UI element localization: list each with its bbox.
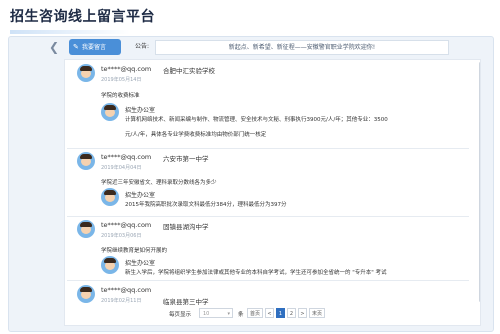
leave-message-label: 我要留言: [82, 44, 107, 51]
question-text: 学院近三年安徽省文、理科录取分数线各为多少: [101, 180, 217, 186]
user-avatar: [77, 285, 95, 303]
reply-text-line: 元/人/年，具体各专业学费收费标准均由物价部门统一核定: [125, 132, 267, 138]
last-page-button[interactable]: 末页: [309, 308, 325, 318]
per-page-label: 每页显示: [169, 312, 192, 318]
message-list[interactable]: te****@qq.com 合肥中汇实验学校 2019年05月14日 学院的收费…: [64, 59, 481, 326]
reply-author: 招生办公室: [125, 260, 156, 267]
notice-label: 公告:: [135, 43, 150, 50]
office-avatar: [101, 256, 119, 274]
user-avatar: [77, 220, 95, 238]
first-page-button[interactable]: 首页: [247, 308, 263, 318]
page-title: 招生咨询线上留言平台: [10, 9, 155, 25]
divider: [67, 216, 469, 217]
reply-author: 招生办公室: [125, 192, 156, 199]
reply-text-line: 2015年我院高职批次录取文科最低分384分，理科最低分为397分: [125, 202, 287, 208]
school-name: 临泉县第三中学: [163, 298, 209, 306]
page-button-1[interactable]: 1: [276, 308, 285, 318]
school-name: 六安市第一中学: [163, 155, 209, 163]
post-date: 2019年02月11日: [101, 298, 142, 304]
per-page-select[interactable]: 10 ▾: [199, 308, 233, 318]
school-name: 固镇县湖沟中学: [163, 223, 209, 231]
office-avatar: [101, 103, 119, 121]
items-label: 条: [238, 312, 244, 318]
reply-author: 招生办公室: [125, 107, 156, 114]
prev-page-button[interactable]: <: [265, 308, 274, 318]
divider: [67, 148, 469, 149]
reply-text-line: 新生入学后，学院将组织学生参加法律或其他专业的本科自学考试，学生还可参加全省统一…: [125, 270, 387, 276]
pagination: 每页显示 10 ▾ 条 首页 < 1 2 > 末页: [9, 307, 493, 321]
toolbar: ❮ ✎ 我要留言 公告: 新起点、新希望、新征程——安徽警官职业学院欢迎你!: [9, 37, 493, 57]
post-date: 2019年04月04日: [101, 165, 142, 171]
chevron-left-icon[interactable]: ❮: [49, 40, 61, 54]
pen-icon: ✎: [73, 43, 79, 51]
leave-message-button[interactable]: ✎ 我要留言: [69, 39, 121, 55]
reply-text-line: 计算机网络技术、新闻采编与制作、物流管理、安全技术与文秘、刑事执行3900元/人…: [125, 117, 388, 123]
per-page-value: 10: [203, 311, 210, 317]
post-date: 2019年03月06日: [101, 233, 142, 239]
user-email: te****@qq.com: [101, 65, 152, 73]
school-name: 合肥中汇实验学校: [163, 67, 215, 75]
office-avatar: [101, 188, 119, 206]
next-page-button[interactable]: >: [298, 308, 307, 318]
notice-text: 新起点、新希望、新征程——安徽警官职业学院欢迎你!: [155, 40, 449, 55]
main-frame: ❮ ✎ 我要留言 公告: 新起点、新希望、新征程——安徽警官职业学院欢迎你! te…: [8, 36, 494, 332]
question-text: 学院的收费标准: [101, 93, 140, 99]
user-avatar: [77, 64, 95, 82]
user-email: te****@qq.com: [101, 286, 152, 294]
page-button-2[interactable]: 2: [287, 308, 296, 318]
post-date: 2019年05月14日: [101, 77, 142, 83]
user-email: te****@qq.com: [101, 153, 152, 161]
question-text: 学院继续教育是如何开展的: [101, 248, 168, 254]
chevron-down-icon: ▾: [227, 311, 230, 317]
divider: [67, 280, 469, 281]
user-email: te****@qq.com: [101, 221, 152, 229]
scrollbar[interactable]: [479, 62, 480, 302]
user-avatar: [77, 152, 95, 170]
title-underline: [10, 30, 130, 34]
